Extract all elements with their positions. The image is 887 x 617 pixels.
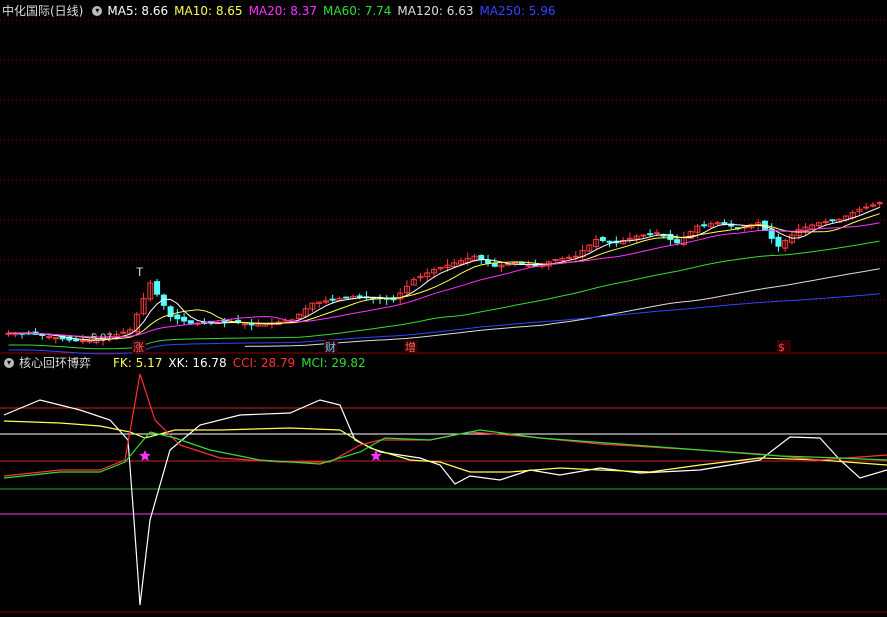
candle-body-6 bbox=[46, 336, 53, 339]
stock-title: 中化国际(日线) bbox=[2, 4, 84, 18]
ma-legend-item-1: MA10: 8.65 bbox=[174, 4, 243, 18]
candle-body-22 bbox=[154, 281, 161, 295]
event-marker-0: 涨 bbox=[133, 341, 144, 354]
ma120-line bbox=[244, 268, 880, 347]
candle-body-10 bbox=[73, 339, 80, 342]
candle-body-48 bbox=[329, 298, 336, 301]
xk-line bbox=[3, 399, 887, 606]
ma-legend: MA5: 8.66 MA10: 8.65 MA20: 8.37 MA60: 7.74 M… bbox=[107, 2, 561, 20]
ma-legend-item-3: MA60: 7.74 bbox=[323, 4, 392, 18]
signal-star-0 bbox=[139, 450, 151, 461]
candle-body-32 bbox=[221, 320, 228, 323]
candle-body-72 bbox=[491, 262, 498, 267]
ma-legend-item-2: MA20: 8.37 bbox=[248, 4, 317, 18]
price-header: 中化国际(日线) ▾ MA5: 8.66 MA10: 8.65 MA20: 8.37… bbox=[2, 2, 567, 20]
low-price-label: ←5.07 bbox=[80, 332, 112, 344]
candle-body-25 bbox=[174, 314, 181, 320]
stock-chart: T ←5.07 涨 财 增 $ bbox=[0, 19, 887, 613]
indicator-collapse-icon[interactable]: ▾ bbox=[4, 358, 14, 368]
candle-body-114 bbox=[775, 236, 782, 247]
candle-body-122 bbox=[829, 219, 836, 222]
indicator-legend-item-0: FK: 5.17 bbox=[113, 356, 163, 370]
candle-body-95 bbox=[647, 233, 654, 236]
candle-body-127 bbox=[863, 206, 870, 209]
candle-body-27 bbox=[187, 320, 194, 324]
candle-body-71 bbox=[485, 259, 492, 264]
collapse-icon[interactable]: ▾ bbox=[92, 6, 103, 16]
ma-legend-item-4: MA120: 6.63 bbox=[397, 4, 474, 18]
ma60-line bbox=[8, 240, 880, 350]
fk-line bbox=[3, 420, 887, 473]
ma-legend-item-0: MA5: 8.66 bbox=[107, 4, 169, 18]
candle-body-76 bbox=[518, 262, 525, 265]
candle-body-7 bbox=[52, 337, 59, 340]
indicator-legend: FK: 5.17 XK: 16.78 CCI: 28.79 MCI: 29.82 bbox=[113, 354, 372, 372]
candle-body-83 bbox=[566, 256, 573, 259]
candle-body-84 bbox=[572, 255, 579, 258]
candle-body-99 bbox=[674, 239, 681, 244]
indicator-legend-item-1: XK: 16.78 bbox=[168, 356, 227, 370]
candle-body-89 bbox=[606, 240, 613, 243]
candle-body-77 bbox=[525, 264, 532, 267]
candle-body-94 bbox=[640, 234, 647, 237]
candle-body-52 bbox=[356, 295, 363, 298]
indicator-title: 核心回环博弈 bbox=[19, 356, 92, 370]
candle-body-50 bbox=[343, 296, 350, 299]
event-marker-3: $ bbox=[778, 341, 785, 354]
indicator-legend-item-3: MCI: 29.82 bbox=[301, 356, 366, 370]
ma-legend-item-5: MA250: 5.96 bbox=[479, 4, 556, 18]
candle-body-35 bbox=[241, 323, 248, 326]
event-marker-2: 增 bbox=[405, 340, 416, 354]
candle-body-70 bbox=[478, 255, 485, 261]
indicator-header: ▾ 核心回环博弈 FK: 5.17 XK: 16.78 CCI: 28.79 MCI:… bbox=[0, 354, 377, 372]
candle-body-26 bbox=[181, 316, 188, 322]
mci-line bbox=[3, 429, 887, 479]
indicator-legend-item-2: CCI: 28.79 bbox=[232, 356, 296, 370]
event-marker-1: 财 bbox=[325, 340, 336, 354]
candle-body-103 bbox=[701, 224, 708, 227]
candle-body-88 bbox=[599, 237, 606, 242]
candle-body-81 bbox=[552, 259, 559, 262]
t-marker-label: T bbox=[136, 265, 144, 279]
